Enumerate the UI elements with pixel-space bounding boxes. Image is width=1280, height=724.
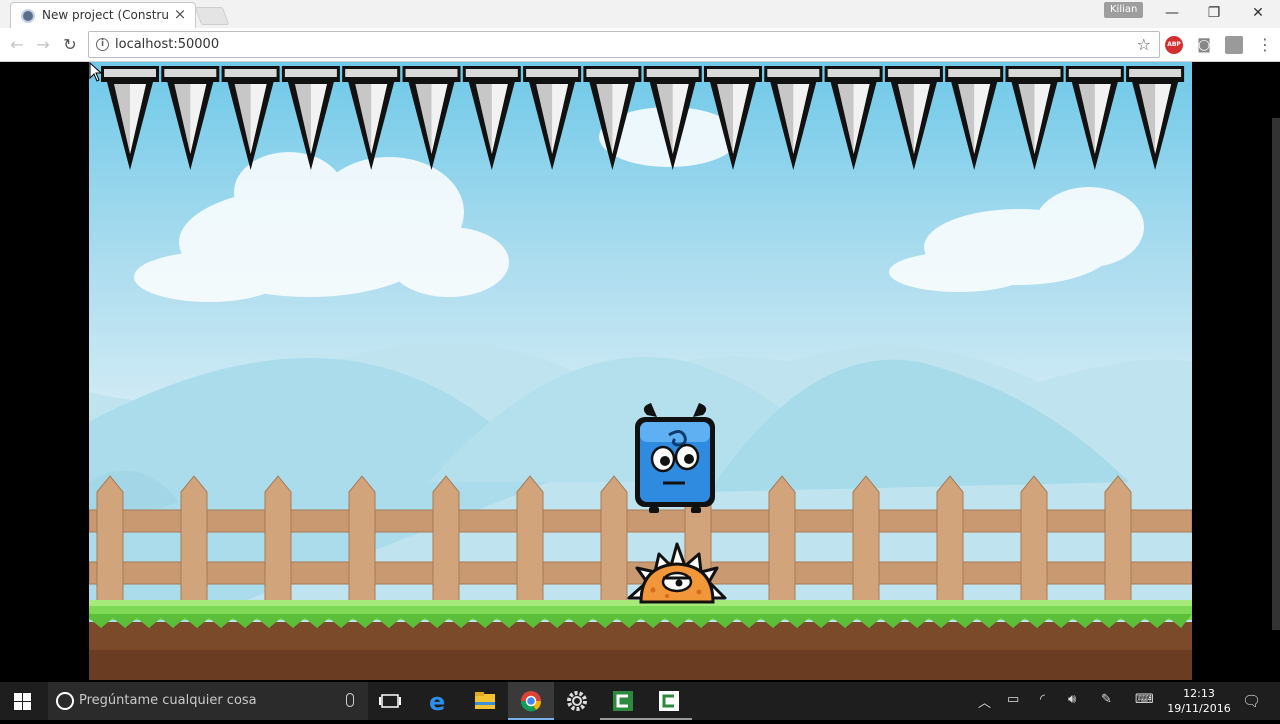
windows-start-icon[interactable]	[14, 693, 31, 710]
fence-post	[600, 475, 628, 603]
fence-post	[1020, 475, 1048, 603]
camera-icon[interactable]: ◙	[1195, 36, 1213, 54]
spike	[1065, 66, 1124, 170]
battery-icon[interactable]: ▭	[1007, 692, 1019, 707]
taskbar-chrome[interactable]	[508, 682, 554, 720]
folder-icon	[475, 692, 495, 709]
cortana-search-box[interactable]: Pregúntame cualquier cosa	[48, 682, 368, 720]
spike	[764, 66, 823, 170]
spike	[462, 66, 521, 170]
spike	[342, 66, 401, 170]
spike	[824, 66, 883, 170]
profile-button[interactable]: Kilian	[1104, 2, 1144, 18]
spike	[945, 66, 1004, 170]
spike	[101, 66, 159, 170]
address-bar[interactable]: i localhost:50000 ☆	[88, 31, 1160, 58]
fence-post	[96, 475, 124, 603]
fence-post	[852, 475, 880, 603]
edge-icon: e	[429, 688, 445, 716]
construct-icon	[613, 691, 633, 711]
chrome-icon	[520, 691, 542, 712]
windows-taskbar: Pregúntame cualquier cosa e ︿ ▭ ◜ 🔊︎ ✎ ⌨…	[0, 682, 1280, 720]
fence-post	[180, 475, 208, 603]
reload-icon[interactable]: ↻	[58, 33, 82, 57]
taskbar-settings[interactable]	[554, 682, 600, 720]
taskbar-file-explorer[interactable]	[462, 682, 508, 720]
taskbar-construct-1[interactable]	[600, 682, 646, 720]
game-scene	[89, 66, 1192, 680]
spike	[523, 66, 582, 170]
svg-text:e: e	[429, 688, 445, 716]
fence-post	[432, 475, 460, 603]
task-view-button[interactable]	[368, 682, 414, 720]
search-placeholder: Pregúntame cualquier cosa	[79, 693, 257, 708]
background-strip	[1272, 118, 1280, 630]
spike	[1126, 66, 1185, 170]
fence-post	[768, 475, 796, 603]
taskbar-edge[interactable]: e	[416, 682, 462, 720]
keyboard-icon[interactable]: ⌨	[1135, 692, 1154, 707]
wifi-icon[interactable]: ◜	[1040, 692, 1045, 707]
browser-titlebar: New project (Construct 2 × Kilian — ❐ ✕	[0, 0, 1280, 28]
clock-date: 19/11/2016	[1167, 702, 1231, 715]
browser-toolbar: ← → ↻ i localhost:50000 ☆ ABP ◙ ⋮	[0, 28, 1280, 62]
clock-time: 12:13	[1183, 687, 1215, 700]
taskbar-construct-2[interactable]	[646, 682, 692, 720]
volume-icon[interactable]: 🔊︎	[1068, 692, 1076, 707]
construct-favicon-icon	[21, 9, 35, 23]
bookmark-star-icon[interactable]: ☆	[1137, 35, 1151, 54]
url-text: localhost:50000	[115, 37, 220, 52]
fence-post	[516, 475, 544, 603]
forward-arrow-icon[interactable]: →	[31, 33, 55, 57]
minimize-button[interactable]: —	[1150, 0, 1194, 26]
adblock-plus-icon[interactable]: ABP	[1165, 36, 1183, 54]
player-character	[635, 403, 715, 513]
close-window-button[interactable]: ✕	[1236, 0, 1280, 26]
chrome-menu-icon[interactable]: ⋮	[1256, 36, 1274, 54]
show-hidden-icons-chevron-icon[interactable]: ︿	[978, 692, 991, 711]
construct-icon	[659, 691, 679, 711]
microphone-icon[interactable]	[346, 693, 354, 707]
spike	[884, 66, 943, 170]
fence-post	[348, 475, 376, 603]
game-canvas[interactable]	[89, 62, 1192, 680]
back-arrow-icon[interactable]: ←	[5, 33, 29, 57]
gear-icon	[567, 691, 587, 711]
pen-icon[interactable]: ✎	[1101, 692, 1112, 707]
info-icon[interactable]: i	[96, 38, 109, 51]
action-center-icon[interactable]: 🗨︎	[1242, 692, 1261, 710]
fence-post	[936, 475, 964, 603]
spike	[1005, 66, 1064, 170]
task-view-icon	[379, 694, 401, 708]
ground	[89, 600, 1192, 680]
mouse-cursor-icon	[89, 62, 103, 82]
restore-button[interactable]: ❐	[1192, 0, 1236, 26]
new-tab-button[interactable]	[194, 7, 230, 25]
spike	[161, 66, 220, 170]
extension-icon[interactable]	[1225, 36, 1243, 54]
cortana-icon	[56, 692, 74, 710]
taskbar-clock[interactable]: 12:13 19/11/2016	[1166, 686, 1232, 716]
clouds	[134, 107, 1144, 302]
fence-post	[264, 475, 292, 603]
tab-close-button[interactable]: ×	[172, 6, 188, 22]
browser-tab[interactable]: New project (Construct 2 ×	[10, 2, 196, 28]
spike	[402, 66, 461, 170]
tab-title: New project (Construct 2	[42, 8, 168, 22]
fence-post	[1104, 475, 1132, 603]
